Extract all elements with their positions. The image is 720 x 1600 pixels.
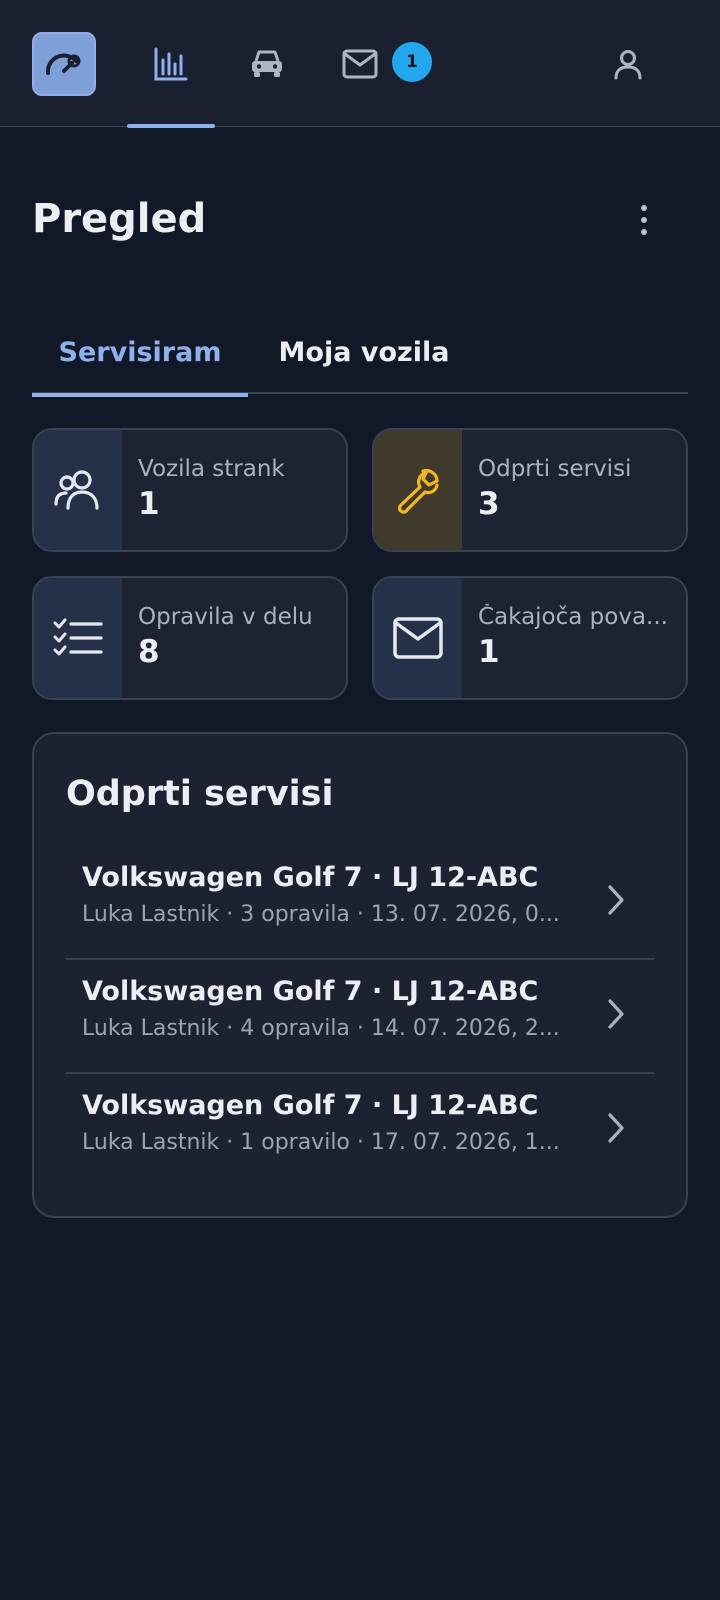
open-services-panel: Odprti servisi Volkswagen Golf 7 · LJ 12… [32, 732, 688, 1218]
stat-label: Odprti servisi [478, 456, 632, 482]
tab-bar: Servisiram Moja vozila [32, 310, 688, 397]
kebab-dot [641, 217, 647, 223]
app-logo[interactable] [32, 32, 96, 96]
stat-value: 3 [478, 486, 500, 522]
checklist-icon [53, 618, 103, 656]
panel-title: Odprti servisi [66, 774, 334, 814]
more-options-button[interactable] [628, 202, 660, 238]
car-icon [252, 50, 282, 77]
nav-stats[interactable] [127, 0, 215, 128]
stat-card-open-services[interactable]: Odprti servisi 3 [372, 428, 688, 552]
stat-value: 1 [138, 486, 160, 522]
stat-value: 8 [138, 634, 160, 670]
top-navigation: 1 [0, 0, 720, 128]
stat-label: Opravila v delu [138, 604, 313, 630]
kebab-dot [641, 229, 647, 235]
gauge-wrench-icon [45, 53, 81, 75]
stat-card-tasks-in-progress[interactable]: Opravila v delu 8 [32, 576, 348, 700]
stat-icon-box [374, 578, 462, 698]
nav-vehicles[interactable] [223, 0, 311, 127]
tab-servisiram[interactable]: Servisiram [32, 310, 248, 397]
service-subtitle: Luka Lastnik · 4 opravila · 14. 07. 2026… [82, 1016, 560, 1041]
stat-card-customer-vehicles[interactable]: Vozila strank 1 [32, 428, 348, 552]
stat-value: 1 [478, 634, 500, 670]
service-list-item[interactable]: Volkswagen Golf 7 · LJ 12-ABC Luka Lastn… [66, 846, 654, 960]
service-list-item[interactable]: Volkswagen Golf 7 · LJ 12-ABC Luka Lastn… [66, 1074, 654, 1188]
mail-icon [342, 49, 378, 78]
kebab-dot [641, 205, 647, 211]
service-subtitle: Luka Lastnik · 3 opravila · 13. 07. 2026… [82, 902, 560, 927]
mail-icon [393, 617, 443, 659]
chevron-right-icon [608, 999, 624, 1029]
service-subtitle: Luka Lastnik · 1 opravilo · 17. 07. 2026… [82, 1130, 560, 1155]
stat-label: Vozila strank [138, 456, 285, 482]
stat-icon-box [34, 430, 122, 550]
service-title: Volkswagen Golf 7 · LJ 12-ABC [82, 862, 539, 893]
user-icon [614, 49, 642, 79]
nav-profile[interactable] [584, 0, 672, 127]
nav-messages[interactable] [316, 0, 404, 127]
page-title: Pregled [32, 196, 207, 242]
users-icon [54, 470, 99, 510]
stat-card-pending-invitations[interactable]: Čakajoča pova... 1 [372, 576, 688, 700]
service-list-item[interactable]: Volkswagen Golf 7 · LJ 12-ABC Luka Lastn… [66, 960, 654, 1074]
service-title: Volkswagen Golf 7 · LJ 12-ABC [82, 1090, 539, 1121]
chevron-right-icon [608, 1113, 624, 1143]
tab-moja-vozila[interactable]: Moja vozila [248, 310, 480, 394]
chevron-right-icon [608, 885, 624, 915]
stat-icon-box [34, 578, 122, 698]
service-title: Volkswagen Golf 7 · LJ 12-ABC [82, 976, 539, 1007]
messages-badge: 1 [392, 42, 432, 82]
stat-icon-box [374, 430, 462, 550]
wrench-icon [397, 468, 439, 514]
bar-chart-icon [154, 47, 188, 80]
stat-label: Čakajoča pova... [478, 604, 668, 630]
